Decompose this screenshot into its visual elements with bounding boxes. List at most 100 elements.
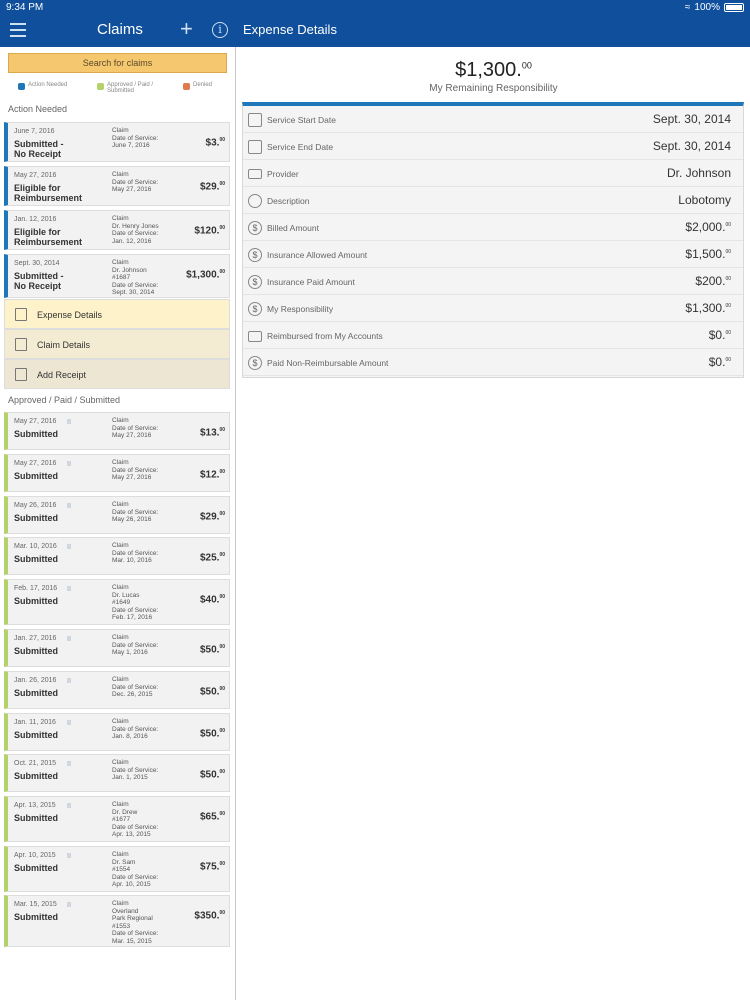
receipt-icon [67, 636, 71, 641]
claim-amount-cents: 00 [219, 861, 225, 867]
app-root: 9:34 PM ≈ 100% Claims + i Expense Detail… [0, 0, 750, 1000]
remaining-amount: $1,300.00 [237, 59, 750, 82]
detail-value: Sept. 30, 2014 [653, 112, 731, 126]
claim-status: Eligible for Reimbursement [14, 227, 83, 247]
receipt-icon [67, 853, 71, 858]
battery-icon [724, 3, 744, 12]
detail-label: Description [267, 196, 310, 206]
battery-percent: 100% [694, 2, 720, 13]
claim-description: Claim Date of Service: Jan. 8, 2016 [112, 718, 159, 740]
claim-card[interactable]: Jan. 11, 2016 Submitted Claim Date of Serv… [4, 713, 230, 751]
legend-denied: Denied [183, 82, 212, 90]
legend-label: Action Needed [28, 82, 68, 88]
claim-card[interactable]: May 26, 2016 Submitted Claim Date of Servi… [4, 496, 230, 534]
menu-icon[interactable] [10, 23, 26, 37]
detail-value-cents: 00 [725, 276, 731, 282]
claim-card[interactable]: Apr. 13, 2015 Submitted Claim Dr. Drew #16… [4, 796, 230, 842]
claim-date: Apr. 10, 2015 [14, 852, 56, 859]
receipt-add-icon [15, 368, 27, 381]
detail-value: $0.00 [709, 328, 731, 342]
claim-description: Claim Date of Service: May 26, 2016 [112, 501, 159, 523]
detail-value-main: Lobotomy [678, 193, 731, 207]
claim-amount: $120.00 [194, 225, 225, 236]
claim-amount-value: $50. [199, 728, 220, 740]
receipt-icon [67, 419, 71, 424]
claim-action-1[interactable]: Claim Details [4, 329, 230, 359]
claim-amount-cents: 00 [219, 137, 225, 143]
claim-amount: $3.00 [206, 137, 225, 148]
detail-label: Reimbursed from My Accounts [267, 331, 383, 341]
detail-value: Sept. 30, 2014 [653, 139, 731, 153]
detail-value-main: $200. [695, 274, 726, 288]
claim-card[interactable]: Apr. 10, 2015 Submitted Claim Dr. Sam #155… [4, 846, 230, 892]
claim-action-2[interactable]: Add Receipt [4, 359, 230, 389]
remaining-amount-cents: 00 [521, 60, 532, 71]
detail-value: Lobotomy [678, 193, 731, 207]
legend-approved: Approved / Paid / Submitted [97, 82, 153, 94]
claim-description: Claim Date of Service: May 27, 2016 [112, 459, 159, 481]
claim-date: May 27, 2016 [14, 460, 57, 467]
claim-amount: $65.00 [200, 811, 225, 822]
detail-label: Billed Amount [267, 223, 319, 233]
add-claim-icon[interactable]: + [180, 18, 193, 40]
claim-action-label: Claim Details [37, 340, 91, 350]
claim-status: Submitted - No Receipt [14, 139, 64, 159]
claim-status: Submitted [14, 554, 58, 564]
info-icon[interactable]: i [212, 22, 228, 38]
claim-date: May 27, 2016 [14, 172, 57, 179]
detail-label: My Responsibility [267, 304, 334, 314]
claim-date: Jan. 11, 2016 [14, 719, 56, 726]
claim-status: Submitted [14, 471, 58, 481]
claim-description: Claim Overland Park Regional #1553 Date … [112, 900, 159, 945]
search-claims-button[interactable]: Search for claims [8, 53, 227, 73]
detail-row: Service End Date Sept. 30, 2014 [243, 133, 743, 160]
detail-value-cents: 00 [725, 249, 731, 255]
legend: Action Needed Approved / Paid / Submitte… [0, 79, 236, 97]
claim-amount-value: $12. [199, 469, 220, 481]
claim-card[interactable]: May 27, 2016 Eligible for Reimbursement Cl… [4, 166, 230, 206]
receipt-icon [67, 678, 71, 683]
legend-label: Approved / Paid / Submitted [107, 82, 154, 94]
detail-value-cents: 00 [725, 330, 731, 336]
claim-card[interactable]: Jan. 12, 2016 Eligible for Reimbursement C… [4, 210, 230, 250]
claim-card[interactable]: May 27, 2016 Submitted Claim Date of Servi… [4, 454, 230, 492]
claim-amount: $29.00 [200, 181, 225, 192]
claim-amount-value: $50. [199, 644, 220, 656]
claim-card[interactable]: June 7, 2016 Submitted - No Receipt Claim … [4, 122, 230, 162]
claim-amount-value: $65. [199, 811, 220, 823]
detail-label: Provider [267, 169, 299, 179]
claim-card[interactable]: Feb. 17, 2016 Submitted Claim Dr. Lucas #1… [4, 579, 230, 625]
claim-date: June 7, 2016 [14, 128, 55, 135]
claim-amount-cents: 00 [219, 728, 225, 734]
claim-action-0[interactable]: Expense Details [4, 299, 230, 329]
section-approved: Approved / Paid / Submitted [8, 395, 121, 405]
briefcase-icon [248, 331, 262, 342]
claim-card[interactable]: May 27, 2016 Submitted Claim Date of Servi… [4, 412, 230, 450]
claim-description: Claim Dr. Drew #1677 Date of Service: Ap… [112, 801, 159, 838]
claim-amount: $50.00 [200, 769, 225, 780]
claim-date: Jan. 12, 2016 [14, 216, 57, 223]
claim-card[interactable]: Jan. 27, 2016 Submitted Claim Date of Serv… [4, 629, 230, 667]
claim-card[interactable]: Mar. 10, 2016 Submitted Claim Date of Serv… [4, 537, 230, 575]
claim-date: Sept. 30, 2014 [14, 260, 60, 267]
claim-card[interactable]: Jan. 26, 2016 Submitted Claim Date of Serv… [4, 671, 230, 709]
claims-panel: Search for claims Action Needed Approved… [0, 47, 236, 1000]
claim-description: Claim Date of Service: May 1, 2016 [112, 634, 159, 656]
detail-row: $ My Responsibility $1,300.00 [243, 295, 743, 322]
claim-amount-cents: 00 [219, 552, 225, 558]
claim-card[interactable]: Oct. 21, 2015 Submitted Claim Date of Serv… [4, 754, 230, 792]
claim-amount-cents: 00 [219, 769, 225, 775]
claim-amount: $13.00 [200, 427, 225, 438]
detail-row: Description Lobotomy [243, 187, 743, 214]
claim-amount-cents: 00 [219, 225, 225, 231]
detail-row: Provider Dr. Johnson [243, 160, 743, 187]
claim-card[interactable]: Sept. 30, 2014 Submitted - No Receipt Clai… [4, 254, 230, 298]
claim-card[interactable]: Mar. 15, 2015 Submitted Claim Overland Par… [4, 895, 230, 947]
claim-status: Submitted [14, 863, 58, 873]
claim-amount-value: $13. [199, 427, 220, 439]
claim-amount-value: $29. [199, 181, 220, 193]
claim-date: May 27, 2016 [14, 418, 57, 425]
dollar-icon: $ [248, 302, 262, 316]
receipt-icon [67, 503, 71, 508]
claim-amount-value: $50. [199, 686, 220, 698]
